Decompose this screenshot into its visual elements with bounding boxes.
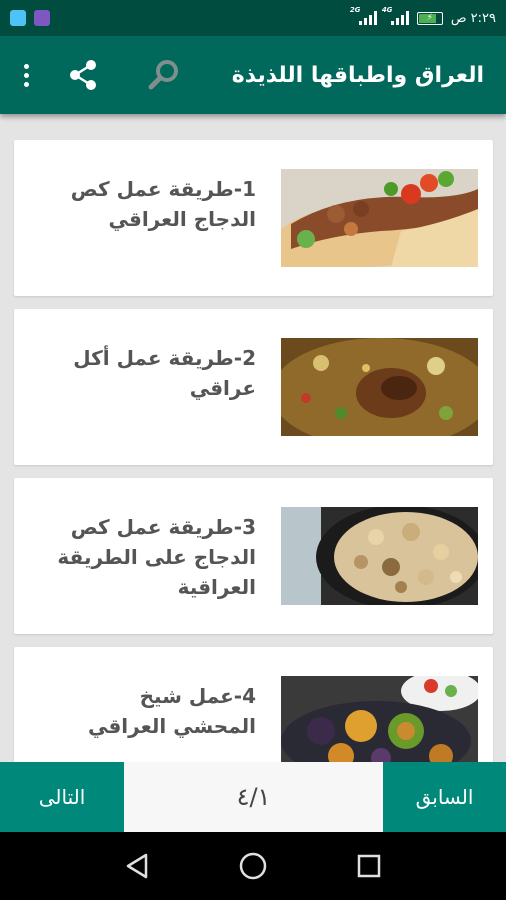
app-bar-actions (20, 57, 182, 93)
search-icon[interactable] (146, 57, 182, 93)
next-button[interactable]: التالى (0, 762, 124, 832)
network-2g-label: 2G (349, 6, 361, 14)
recipe-thumbnail (281, 338, 478, 436)
signal-4g-icon: 4G (382, 6, 409, 25)
status-bar: 2G 4G ⚡ ٢:٢٩ ص (0, 0, 506, 36)
back-icon[interactable] (124, 852, 150, 880)
app-screen: 2G 4G ⚡ ٢:٢٩ ص العراق واطباقها اللذيذة 1… (0, 0, 506, 900)
recents-icon[interactable] (356, 853, 382, 879)
app-title: العراق واطباقها اللذيذة (231, 62, 484, 88)
share-icon[interactable] (68, 59, 98, 91)
pagination-bar: التالى ٤/١ السابق (0, 762, 506, 832)
chicken-rice-photo (281, 338, 478, 436)
status-indicators: 2G 4G ⚡ ٢:٢٩ ص (350, 6, 496, 26)
home-icon[interactable] (238, 851, 268, 881)
recipe-title: 2-طريقة عمل أكل عراقي (73, 346, 256, 400)
stuffed-vegetables-photo (281, 676, 478, 774)
shawarma-wrap-photo (281, 169, 478, 267)
recipe-thumbnail (281, 507, 478, 605)
more-vert-icon[interactable] (20, 63, 32, 87)
recipe-card-3[interactable]: 3-طريقة عمل كص الدجاج على الطريقة العراق… (14, 478, 493, 634)
clock: ٢:٢٩ ص (450, 10, 496, 26)
page-indicator: ٤/١ (236, 783, 271, 811)
chicken-pan-photo (281, 507, 478, 605)
recipe-title: 3-طريقة عمل كص الدجاج على الطريقة العراق… (57, 515, 256, 599)
system-nav-bar (0, 832, 506, 900)
recipe-title: 1-طريقة عمل كص الدجاج العراقي (70, 177, 256, 231)
recipe-thumbnail (281, 169, 478, 267)
recipe-card-2[interactable]: 2-طريقة عمل أكل عراقي (14, 309, 493, 465)
previous-button[interactable]: السابق (383, 762, 506, 832)
recipe-card-1[interactable]: 1-طريقة عمل كص الدجاج العراقي (14, 140, 493, 296)
signal-2g-icon: 2G (350, 6, 377, 25)
gallery-app-icon (34, 10, 50, 26)
recipe-list: 1-طريقة عمل كص الدجاج العراقي 2-طريقة عم… (14, 140, 493, 816)
recipe-title: 4-عمل شيخ المحشي العراقي (87, 684, 256, 738)
network-4g-label: 4G (381, 6, 393, 14)
battery-icon: ⚡ (416, 11, 443, 25)
recipe-thumbnail (281, 676, 478, 774)
notification-icons (10, 10, 50, 26)
app-bar: العراق واطباقها اللذيذة (0, 36, 506, 114)
message-app-icon (10, 10, 26, 26)
